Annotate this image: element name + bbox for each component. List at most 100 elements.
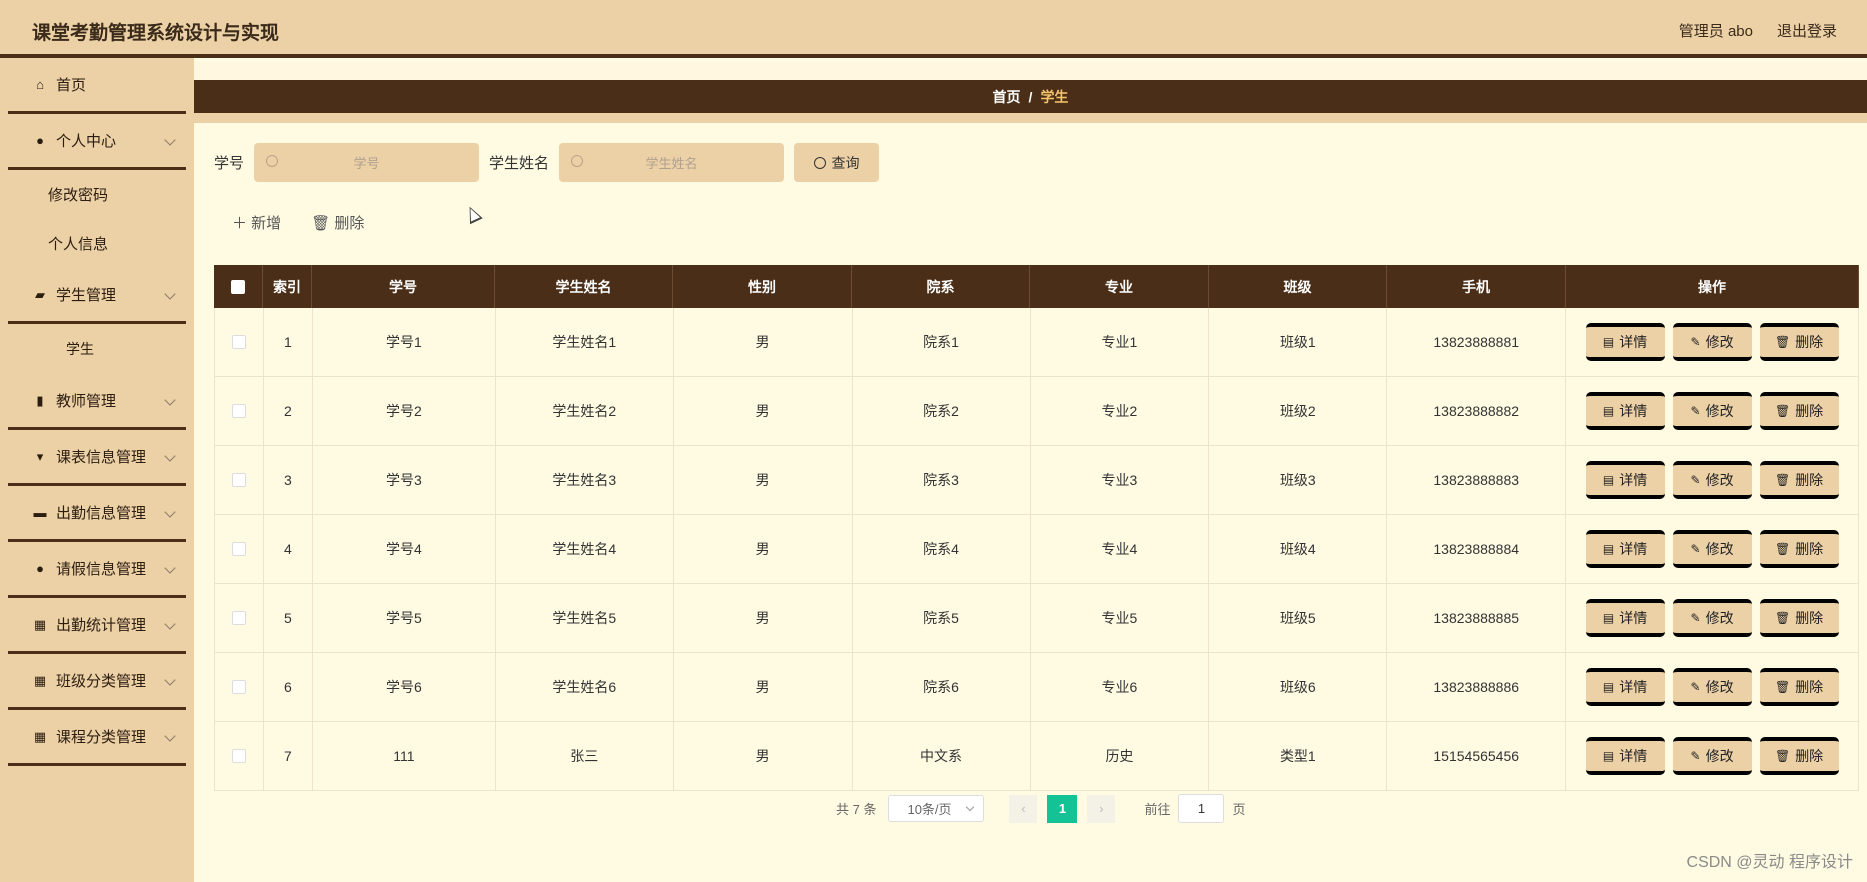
sidebar-item-personal-center[interactable]: ● 个人中心 xyxy=(8,114,186,170)
student-name-placeholder: 学生姓名 xyxy=(645,156,698,171)
page-size-select[interactable]: 10条/页 xyxy=(888,795,985,822)
student-name-input[interactable]: 学生姓名 xyxy=(559,143,785,182)
detail-button[interactable]: ▤ 详情 xyxy=(1585,323,1665,361)
select-all-checkbox[interactable] xyxy=(231,279,245,294)
table-cell: 班级5 xyxy=(1209,584,1388,652)
row-select-cell[interactable] xyxy=(215,308,264,376)
breadcrumb-home[interactable]: 首页 xyxy=(993,87,1021,107)
row-select-cell[interactable] xyxy=(215,377,264,445)
detail-button[interactable]: ▤ 详情 xyxy=(1585,530,1665,568)
delete-button[interactable]: 🗑 删除 xyxy=(1759,323,1839,361)
delete-button[interactable]: 🗑 删除 xyxy=(1759,668,1839,706)
detail-button[interactable]: ▤ 详情 xyxy=(1585,668,1665,706)
grid-icon: ▦ xyxy=(33,616,47,632)
sidebar-item-label: 学生管理 xyxy=(56,287,117,304)
delete-button[interactable]: 🗑 删除 xyxy=(1759,392,1839,430)
select-all-cell[interactable] xyxy=(214,265,263,308)
chevron-down-icon xyxy=(164,674,176,686)
delete-button-label: 删除 xyxy=(1795,472,1824,488)
edit-button[interactable]: ✎ 修改 xyxy=(1672,461,1752,499)
row-checkbox[interactable] xyxy=(231,611,246,625)
sidebar-item-label: 教师管理 xyxy=(56,393,117,410)
delete-button[interactable]: 🗑 删除 xyxy=(1759,599,1839,637)
student-id-placeholder: 学号 xyxy=(353,156,380,171)
edit-button-label: 修改 xyxy=(1705,334,1734,350)
sidebar-item-leave-management[interactable]: ● 请假信息管理 xyxy=(8,542,186,598)
detail-button[interactable]: ▤ 详情 xyxy=(1585,737,1665,775)
sidebar: ⌂ 首页 ● 个人中心 修改密码 个人信息 ▰ 学生管理 学生 ▮ 教师管理 ▾… xyxy=(0,58,194,882)
table-cell: 7 xyxy=(264,722,313,790)
document-icon: ▤ xyxy=(1602,542,1615,556)
row-select-cell[interactable] xyxy=(215,653,264,721)
row-checkbox[interactable] xyxy=(231,680,246,694)
delete-button[interactable]: 🗑 删除 xyxy=(1759,461,1839,499)
sidebar-item-schedule-management[interactable]: ▾ 课表信息管理 xyxy=(8,430,186,486)
logout-link[interactable]: 退出登录 xyxy=(1777,20,1837,41)
edit-icon: ✎ xyxy=(1690,542,1701,556)
row-select-cell[interactable] xyxy=(215,584,264,652)
row-checkbox[interactable] xyxy=(231,473,246,487)
sidebar-item-teacher-management[interactable]: ▮ 教师管理 xyxy=(8,374,186,430)
sidebar-item-class-category[interactable]: ▦ 班级分类管理 xyxy=(8,654,186,710)
edit-button[interactable]: ✎ 修改 xyxy=(1672,323,1752,361)
edit-button[interactable]: ✎ 修改 xyxy=(1672,599,1752,637)
row-actions: ▤ 详情 ✎ 修改 🗑 删除 xyxy=(1566,515,1859,583)
row-checkbox[interactable] xyxy=(231,404,246,418)
detail-button-label: 详情 xyxy=(1619,748,1648,764)
row-checkbox[interactable] xyxy=(231,749,246,763)
table-cell: 13823888885 xyxy=(1387,584,1567,652)
sidebar-item-label: 课程分类管理 xyxy=(56,729,147,746)
delete-button-label: 删除 xyxy=(1795,610,1824,626)
sidebar-sub-student[interactable]: 学生 xyxy=(0,324,194,374)
sidebar-item-home[interactable]: ⌂ 首页 xyxy=(8,58,186,114)
edit-icon: ✎ xyxy=(1690,473,1701,487)
page-number-button[interactable]: 1 xyxy=(1047,794,1078,823)
sidebar-item-course-category[interactable]: ▦ 课程分类管理 xyxy=(8,710,186,766)
sidebar-item-student-management[interactable]: ▰ 学生管理 xyxy=(8,268,186,324)
batch-delete-button[interactable]: 🗑 删除 xyxy=(311,212,364,233)
chevron-down-icon xyxy=(164,618,176,630)
detail-button[interactable]: ▤ 详情 xyxy=(1585,599,1665,637)
page-size-value: 10条/页 xyxy=(907,802,952,817)
table-cell: 历史 xyxy=(1031,722,1210,790)
edit-icon: ✎ xyxy=(1690,680,1701,694)
row-checkbox[interactable] xyxy=(231,335,246,349)
edit-button[interactable]: ✎ 修改 xyxy=(1672,530,1752,568)
sidebar-sub-change-password[interactable]: 修改密码 xyxy=(0,170,194,219)
row-select-cell[interactable] xyxy=(215,515,264,583)
row-select-cell[interactable] xyxy=(215,722,264,790)
row-select-cell[interactable] xyxy=(215,446,264,514)
next-page-button[interactable]: › xyxy=(1087,794,1116,823)
edit-icon: ✎ xyxy=(1690,611,1701,625)
row-actions: ▤ 详情 ✎ 修改 🗑 删除 xyxy=(1566,446,1859,514)
chevron-down-icon xyxy=(164,134,176,146)
detail-button[interactable]: ▤ 详情 xyxy=(1585,392,1665,430)
edit-button[interactable]: ✎ 修改 xyxy=(1672,737,1752,775)
student-id-input[interactable]: 学号 xyxy=(254,143,480,182)
prev-page-button[interactable]: ‹ xyxy=(1009,794,1038,823)
column-header: 性别 xyxy=(673,265,852,308)
delete-button[interactable]: 🗑 删除 xyxy=(1759,737,1839,775)
row-checkbox[interactable] xyxy=(231,542,246,556)
document-icon: ▤ xyxy=(1602,680,1615,694)
watermark: CSDN @灵动 程序设计 xyxy=(1686,854,1853,871)
edit-button[interactable]: ✎ 修改 xyxy=(1672,668,1752,706)
table-cell: 专业2 xyxy=(1031,377,1210,445)
sidebar-item-attendance-management[interactable]: ▬ 出勤信息管理 xyxy=(8,486,186,542)
trash-icon: 🗑 xyxy=(1774,680,1791,694)
delete-button[interactable]: 🗑 删除 xyxy=(1759,530,1839,568)
edit-icon: ✎ xyxy=(1690,404,1701,418)
query-button[interactable]: 查询 xyxy=(794,143,880,182)
delete-button-label: 删除 xyxy=(1795,334,1824,350)
add-button[interactable]: ＋ 新增 xyxy=(232,212,281,233)
search-icon xyxy=(266,155,279,167)
table-cell: 男 xyxy=(674,308,853,376)
goto-page-input[interactable]: 1 xyxy=(1178,794,1225,823)
table-header: 索引 学号 学生姓名 性别 院系 专业 班级 手机 操作 xyxy=(214,265,1859,308)
sidebar-item-attendance-stats[interactable]: ▦ 出勤统计管理 xyxy=(8,598,186,654)
table-cell: 学生姓名4 xyxy=(496,515,674,583)
table-cell: 13823888883 xyxy=(1387,446,1567,514)
sidebar-sub-personal-info[interactable]: 个人信息 xyxy=(0,219,194,268)
detail-button[interactable]: ▤ 详情 xyxy=(1585,461,1665,499)
edit-button[interactable]: ✎ 修改 xyxy=(1672,392,1752,430)
